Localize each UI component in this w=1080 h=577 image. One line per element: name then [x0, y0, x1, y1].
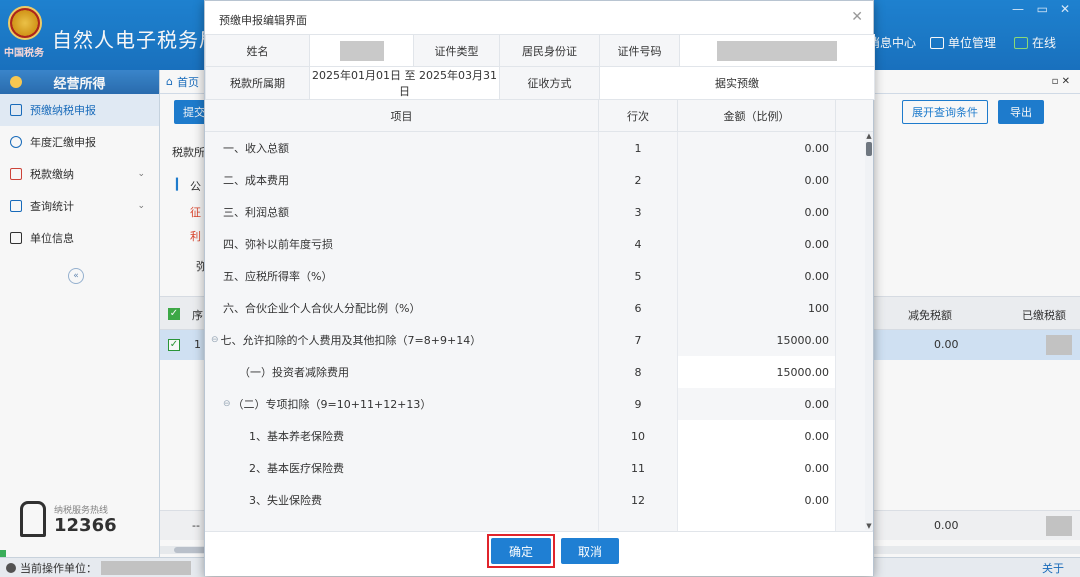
row-item: 三、利润总额: [205, 196, 599, 228]
row-item: 2、基本医疗保险费: [205, 452, 599, 484]
redacted-name: [339, 40, 384, 61]
row-line: 12: [599, 484, 678, 516]
row-item: 四、弥补以前年度亏损: [205, 228, 599, 260]
table-row[interactable]: 1、基本养老保险费 10 0.00: [205, 420, 873, 452]
row-amount-input[interactable]: 0.00: [678, 484, 836, 516]
table-row[interactable]: 六、合伙企业个人合伙人分配比例（%） 6 100: [205, 292, 873, 324]
row-amount: 0.00: [678, 164, 836, 196]
row-line: 2: [599, 164, 678, 196]
collapse-icon[interactable]: ⊖: [223, 399, 231, 409]
row-item-label: （二）专项扣除（9=10+11+12+13）: [232, 398, 432, 411]
table-row-partial: [205, 516, 873, 531]
column-header-amount: 金额（比例）: [678, 100, 836, 132]
grid-header: 项目 行次 金额（比例）: [205, 100, 873, 132]
row-line: 4: [599, 228, 678, 260]
row-amount: 0.00: [678, 132, 836, 164]
row-line: 9: [599, 388, 678, 420]
id-number-label: 证件号码: [599, 34, 680, 67]
row-amount-input[interactable]: 0.00: [678, 420, 836, 452]
row-line: 11: [599, 452, 678, 484]
row-item: ⊖ 七、允许扣除的个人费用及其他扣除（7=8+9+14）: [205, 324, 599, 356]
table-row[interactable]: 四、弥补以前年度亏损 4 0.00: [205, 228, 873, 260]
cancel-button[interactable]: 取消: [561, 538, 619, 564]
collection-method-label: 征收方式: [499, 66, 600, 100]
row-item: [205, 516, 599, 531]
row-item: ⊖ （二）专项扣除（9=10+11+12+13）: [205, 388, 599, 420]
id-type-label: 证件类型: [413, 34, 500, 67]
row-item: 五、应税所得率（%）: [205, 260, 599, 292]
table-row[interactable]: 二、成本费用 2 0.00: [205, 164, 873, 196]
row-line: 8: [599, 356, 678, 388]
row-item: （一）投资者减除费用: [205, 356, 599, 388]
row-item: 1、基本养老保险费: [205, 420, 599, 452]
row-amount: 15000.00: [678, 324, 836, 356]
table-row[interactable]: 一、收入总额 1 0.00: [205, 132, 873, 164]
row-item: 六、合伙企业个人合伙人分配比例（%）: [205, 292, 599, 324]
dialog-title: 预缴申报编辑界面: [219, 14, 307, 27]
row-line: 5: [599, 260, 678, 292]
dialog-footer: 确定 取消: [205, 531, 873, 576]
period-value: 2025年01月01日 至 2025年03月31日: [309, 66, 500, 100]
row-amount-input[interactable]: 15000.00: [678, 356, 836, 388]
table-row[interactable]: 2、基本医疗保险费 11 0.00: [205, 452, 873, 484]
row-amount-input[interactable]: 0.00: [678, 452, 836, 484]
row-line: 7: [599, 324, 678, 356]
prepay-edit-dialog: 预缴申报编辑界面 ✕ 姓名 证件类型 居民身份证 证件号码 税款所属期 2025…: [204, 0, 875, 576]
scroll-down-icon[interactable]: ▼: [865, 522, 873, 530]
collection-method-value: 据实预缴: [599, 66, 875, 100]
scroll-up-icon[interactable]: ▲: [865, 132, 873, 140]
row-line: 6: [599, 292, 678, 324]
row-amount: 0.00: [678, 228, 836, 260]
id-number-value: [679, 34, 875, 67]
column-header-line: 行次: [599, 100, 678, 132]
confirm-button[interactable]: 确定: [491, 538, 551, 564]
row-item-label: 七、允许扣除的个人费用及其他扣除（7=8+9+14）: [220, 334, 482, 347]
close-icon[interactable]: ✕: [851, 9, 863, 25]
row-item: 3、失业保险费: [205, 484, 599, 516]
column-header-blank: [836, 100, 873, 132]
row-amount: 0.00: [678, 196, 836, 228]
column-header-item: 项目: [205, 100, 599, 132]
row-line: 3: [599, 196, 678, 228]
declaration-grid: 项目 行次 金额（比例） 一、收入总额 1 0.00 二、成本费用 2 0.00…: [205, 99, 873, 531]
row-amount: 100: [678, 292, 836, 324]
table-row[interactable]: 三、利润总额 3 0.00: [205, 196, 873, 228]
table-row[interactable]: 五、应税所得率（%） 5 0.00: [205, 260, 873, 292]
taxpayer-info-table: 姓名 证件类型 居民身份证 证件号码 税款所属期 2025年01月01日 至 2…: [205, 34, 875, 100]
table-row[interactable]: 3、失业保险费 12 0.00: [205, 484, 873, 516]
table-row[interactable]: （一）投资者减除费用 8 15000.00: [205, 356, 873, 388]
row-item: 二、成本费用: [205, 164, 599, 196]
table-row[interactable]: ⊖ 七、允许扣除的个人费用及其他扣除（7=8+9+14） 7 15000.00: [205, 324, 873, 356]
scroll-thumb[interactable]: [866, 142, 872, 156]
name-label: 姓名: [205, 34, 310, 67]
redacted-id-number: [717, 40, 837, 61]
row-item: 一、收入总额: [205, 132, 599, 164]
row-line: [599, 516, 678, 531]
vertical-scrollbar[interactable]: ▲ ▼: [865, 132, 873, 530]
row-line: 10: [599, 420, 678, 452]
table-row[interactable]: ⊖ （二）专项扣除（9=10+11+12+13） 9 0.00: [205, 388, 873, 420]
collapse-icon[interactable]: ⊖: [211, 335, 219, 345]
row-amount: 0.00: [678, 260, 836, 292]
row-line: 1: [599, 132, 678, 164]
row-amount: [678, 516, 836, 531]
name-value: [309, 34, 414, 67]
row-amount: 0.00: [678, 388, 836, 420]
period-label: 税款所属期: [205, 66, 310, 100]
id-type-value: 居民身份证: [499, 34, 600, 67]
